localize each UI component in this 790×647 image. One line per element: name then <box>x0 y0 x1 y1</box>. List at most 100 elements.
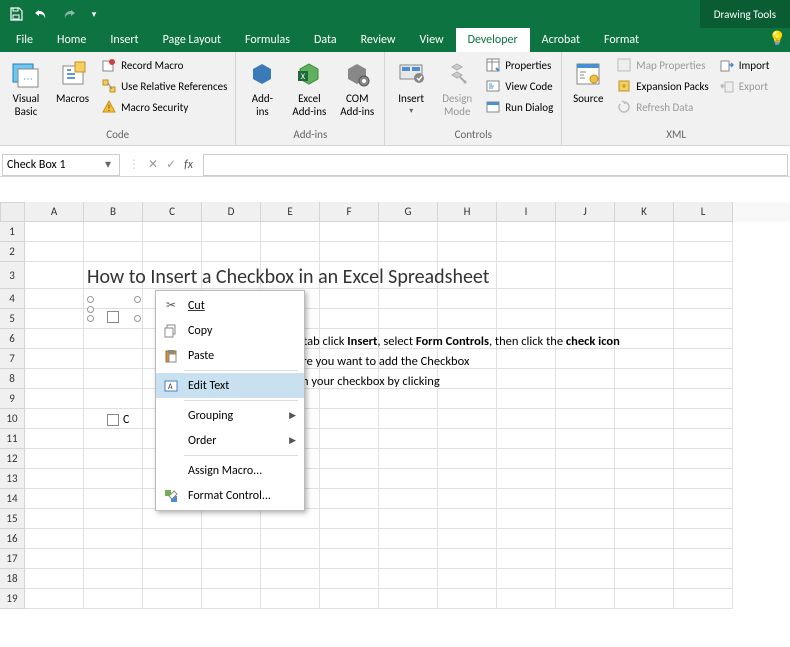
col-header[interactable]: K <box>615 202 674 222</box>
insert-control-button[interactable]: Insert▾ <box>389 54 433 128</box>
export-icon <box>719 78 735 94</box>
dropdown-arrow-icon: ▾ <box>409 107 413 117</box>
tell-me-icon[interactable]: 💡 <box>769 30 786 47</box>
design-mode-icon <box>441 58 473 90</box>
col-header[interactable]: I <box>497 202 556 222</box>
import-icon <box>719 57 735 73</box>
row-header[interactable]: 7 <box>0 349 25 369</box>
tab-formulas[interactable]: Formulas <box>233 28 302 52</box>
name-box-dropdown-icon[interactable]: ▾ <box>101 157 115 172</box>
properties-button[interactable]: Properties <box>483 56 555 74</box>
col-header[interactable]: C <box>143 202 202 222</box>
col-header[interactable]: G <box>379 202 438 222</box>
ctx-label: Order <box>188 434 216 448</box>
row-header[interactable]: 6 <box>0 329 25 349</box>
col-header[interactable]: F <box>320 202 379 222</box>
design-mode-button[interactable]: Design Mode <box>435 54 479 128</box>
tab-insert[interactable]: Insert <box>98 28 150 52</box>
relative-refs-button[interactable]: Use Relative References <box>99 77 229 95</box>
ctx-copy[interactable]: Copy <box>156 318 304 343</box>
col-header[interactable]: D <box>202 202 261 222</box>
excel-addins-button[interactable]: XExcel Add-ins <box>286 54 332 128</box>
separator <box>184 400 298 401</box>
save-icon[interactable] <box>8 6 24 22</box>
macro-security-button[interactable]: !Macro Security <box>99 98 229 116</box>
row-header[interactable]: 17 <box>0 549 25 569</box>
select-all-corner[interactable] <box>0 202 25 222</box>
row-header[interactable]: 4 <box>0 289 25 309</box>
addins-button[interactable]: Add- ins <box>240 54 284 128</box>
tab-data[interactable]: Data <box>302 28 349 52</box>
export-button[interactable]: Export <box>717 77 772 95</box>
import-button[interactable]: Import <box>717 56 772 74</box>
col-header[interactable]: E <box>261 202 320 222</box>
tab-home[interactable]: Home <box>45 28 98 52</box>
tab-view[interactable]: View <box>408 28 456 52</box>
cells-area[interactable]: How to Insert a Checkbox in an Excel Spr… <box>25 222 790 609</box>
col-header[interactable]: A <box>25 202 84 222</box>
row-header[interactable]: 9 <box>0 389 25 409</box>
col-header[interactable]: L <box>674 202 733 222</box>
ctx-label: Copy <box>188 324 212 338</box>
col-header[interactable]: H <box>438 202 497 222</box>
run-dialog-button[interactable]: Run Dialog <box>483 98 555 116</box>
row-header[interactable]: 11 <box>0 429 25 449</box>
ribbon-group-controls: Insert▾ Design Mode Properties View Code… <box>385 52 562 145</box>
group-label-xml: XML <box>566 128 786 143</box>
formula-bar-row: Check Box 1 ▾ ⋮ ✕ ✓ fx <box>0 153 790 177</box>
tab-review[interactable]: Review <box>349 28 408 52</box>
fx-icon[interactable]: fx <box>184 158 193 172</box>
col-header[interactable]: B <box>84 202 143 222</box>
visual-basic-icon: ⋯ <box>10 58 42 90</box>
ctx-cut[interactable]: ✂Cut <box>156 293 304 318</box>
visual-basic-button[interactable]: ⋯ Visual Basic <box>4 54 48 128</box>
sheet-text-line: loper tab click Insert, select Form Cont… <box>273 334 620 349</box>
macros-button[interactable]: Macros <box>50 54 95 128</box>
row-header[interactable]: 13 <box>0 469 25 489</box>
row-header[interactable]: 15 <box>0 509 25 529</box>
formula-bar[interactable] <box>203 154 788 176</box>
properties-icon <box>485 57 501 73</box>
row-header[interactable]: 19 <box>0 589 25 609</box>
ctx-edit-text[interactable]: AEdit Text <box>156 373 304 398</box>
qat-customize-icon[interactable]: ▾ <box>86 6 102 22</box>
checkbox-icon <box>107 311 119 323</box>
tab-developer[interactable]: Developer <box>456 28 530 52</box>
refresh-data-button[interactable]: Refresh Data <box>614 98 710 116</box>
row-header[interactable]: 14 <box>0 489 25 509</box>
group-label-controls: Controls <box>389 128 557 143</box>
tab-file[interactable]: File <box>4 28 45 52</box>
cancel-formula-icon[interactable]: ✕ <box>148 157 158 172</box>
row-header[interactable]: 3 <box>0 262 25 289</box>
record-macro-button[interactable]: Record Macro <box>99 56 229 74</box>
source-button[interactable]: Source <box>566 54 610 128</box>
ctx-paste[interactable]: Paste <box>156 343 304 368</box>
source-label: Source <box>573 92 603 105</box>
row-header[interactable]: 5 <box>0 309 25 329</box>
col-header[interactable]: J <box>556 202 615 222</box>
row-header[interactable]: 12 <box>0 449 25 469</box>
map-properties-button[interactable]: Map Properties <box>614 56 710 74</box>
name-box[interactable]: Check Box 1 ▾ <box>2 154 120 176</box>
row-headers: 1 2 3 4 5 6 7 8 9 10 11 12 13 14 15 16 1… <box>0 222 25 609</box>
com-addins-button[interactable]: COM Add-ins <box>334 54 380 128</box>
checkbox-form-control[interactable]: C <box>107 413 129 427</box>
row-header[interactable]: 16 <box>0 529 25 549</box>
ctx-format-control[interactable]: Format Control... <box>156 483 304 508</box>
row-header[interactable]: 2 <box>0 242 25 262</box>
undo-icon[interactable] <box>34 6 50 22</box>
ctx-assign-macro[interactable]: Assign Macro... <box>156 458 304 483</box>
row-header[interactable]: 8 <box>0 369 25 389</box>
view-code-button[interactable]: View Code <box>483 77 555 95</box>
tab-page-layout[interactable]: Page Layout <box>151 28 233 52</box>
expansion-packs-button[interactable]: Expansion Packs <box>614 77 710 95</box>
row-header[interactable]: 18 <box>0 569 25 589</box>
tab-format[interactable]: Format <box>592 28 651 52</box>
ctx-order[interactable]: Order▶ <box>156 428 304 453</box>
row-header[interactable]: 10 <box>0 409 25 429</box>
enter-formula-icon[interactable]: ✓ <box>166 157 176 172</box>
row-header[interactable]: 1 <box>0 222 25 242</box>
tab-acrobat[interactable]: Acrobat <box>530 28 592 52</box>
redo-icon[interactable] <box>60 6 76 22</box>
ctx-grouping[interactable]: Grouping▶ <box>156 403 304 428</box>
